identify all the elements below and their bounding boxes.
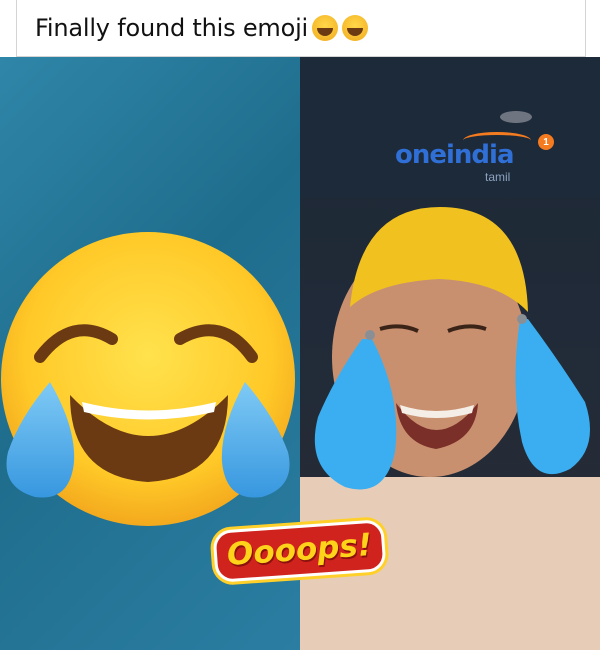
post-header: Finally found this emoji <box>16 0 586 57</box>
watermark-badge: 1 <box>538 134 554 150</box>
ceiling-fan <box>500 111 532 123</box>
post-caption: Finally found this emoji <box>35 14 309 42</box>
laughing-tears-emoji-icon <box>312 15 339 41</box>
watermark-sub: tamil <box>485 170 511 184</box>
oneindia-watermark: oneindia tamil 1 <box>395 132 570 192</box>
watermark-brand: oneindia <box>395 140 514 170</box>
laughing-tears-emoji-icon-2 <box>342 15 369 41</box>
balloon-clip-left <box>365 330 375 340</box>
balloon-tear-right <box>515 319 590 475</box>
meme-image: oneindia tamil 1 Oooops! <box>0 57 600 650</box>
balloon-clip-right <box>517 314 527 324</box>
